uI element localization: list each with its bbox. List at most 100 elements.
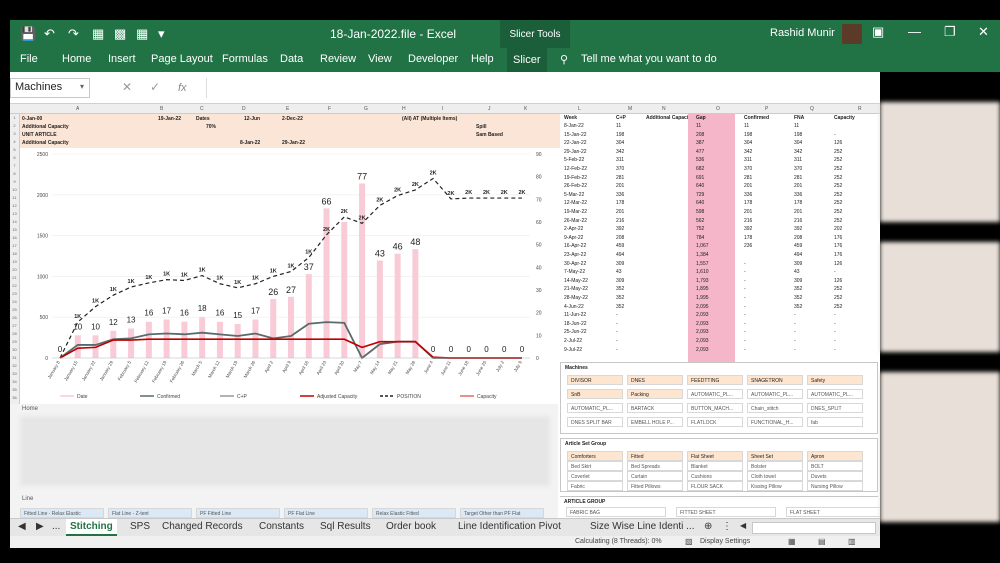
row-header[interactable]: 23 — [10, 290, 19, 298]
slicer-item[interactable]: FEEDTTING — [687, 375, 743, 385]
table-cell[interactable]: 176 — [834, 252, 842, 258]
close-icon[interactable]: ✕ — [978, 24, 989, 40]
table-cell[interactable]: 281 — [744, 175, 752, 181]
table-cell[interactable]: - — [616, 347, 618, 353]
table-cell[interactable]: 784 — [696, 235, 704, 241]
slicer-item[interactable]: FABRIC BAG — [566, 507, 666, 517]
table-cell[interactable]: 342 — [616, 149, 624, 155]
line-item[interactable]: PF Flat Line — [284, 508, 368, 518]
table-cell[interactable]: 252 — [834, 175, 842, 181]
line-item[interactable]: Flat Line - Z-tent — [108, 508, 192, 518]
table-cell[interactable]: 352 — [794, 304, 802, 310]
table-cell[interactable]: - — [744, 286, 746, 292]
table-cell[interactable]: 11-Jun-22 — [564, 312, 586, 318]
slicer-item[interactable]: Nursing Pillow — [807, 481, 863, 491]
slicer-item[interactable]: Sheet Set — [747, 451, 803, 461]
row-header[interactable]: 11 — [10, 194, 19, 202]
avatar[interactable] — [842, 24, 862, 44]
header-cell[interactable]: 29-Jan-22 — [282, 140, 305, 146]
slicer-item[interactable]: AUTOMATIC_PL... — [567, 403, 623, 413]
row-header[interactable]: 33 — [10, 370, 19, 378]
table-cell[interactable]: 691 — [696, 175, 704, 181]
table-cell[interactable]: 459 — [794, 243, 802, 249]
table-cell[interactable]: 352 — [616, 295, 624, 301]
cancel-icon[interactable]: ✕ — [122, 80, 132, 94]
table-cell[interactable]: 252 — [834, 304, 842, 310]
slicer-item[interactable]: Cloth towel — [747, 471, 803, 481]
table-cell[interactable]: 126 — [834, 261, 842, 267]
table-cell[interactable]: 2,095 — [696, 304, 709, 310]
table-cell[interactable]: 752 — [696, 226, 704, 232]
row-header[interactable]: 27 — [10, 322, 19, 330]
row-header[interactable]: 36 — [10, 394, 19, 402]
column-header[interactable]: R — [858, 106, 862, 112]
grid-icon[interactable]: ▩ — [114, 26, 126, 42]
table-cell[interactable]: - — [834, 312, 836, 318]
table-cell[interactable]: 682 — [696, 166, 704, 172]
slicer-item[interactable]: FUNCTIONAL_H... — [747, 417, 803, 427]
chart-bar[interactable] — [199, 317, 206, 358]
chart-bar[interactable] — [341, 222, 348, 358]
table-cell[interactable]: 252 — [834, 218, 842, 224]
row-header[interactable]: 28 — [10, 330, 19, 338]
table-cell[interactable]: - — [744, 278, 746, 284]
table-cell[interactable]: 178 — [616, 200, 624, 206]
table-cell[interactable]: 252 — [834, 157, 842, 163]
more-sheets-icon[interactable]: ... — [52, 521, 60, 532]
table-cell[interactable]: 252 — [834, 166, 842, 172]
column-header[interactable]: C — [200, 106, 204, 112]
table-cell[interactable]: - — [744, 304, 746, 310]
tab-sql-results[interactable]: Sql Results — [320, 521, 371, 532]
slicer-item[interactable]: fab — [807, 417, 863, 427]
table-cell[interactable]: 2,093 — [696, 347, 709, 353]
slicer-item[interactable]: Fabric — [567, 481, 623, 491]
prev-sheet-icon[interactable]: ◀ — [18, 521, 26, 532]
table-cell[interactable]: 201 — [794, 183, 802, 189]
table-cell[interactable]: 198 — [794, 132, 802, 138]
table-cell[interactable]: 201 — [744, 209, 752, 215]
table-cell[interactable]: 2-Jul-22 — [564, 338, 582, 344]
table-cell[interactable]: 11 — [616, 123, 621, 129]
table-cell[interactable]: 252 — [834, 209, 842, 215]
table-cell[interactable]: 304 — [616, 140, 624, 146]
table-cell[interactable]: 387 — [696, 140, 704, 146]
table-cell[interactable]: - — [834, 132, 836, 138]
slicer-item[interactable]: FLAT SHEET — [786, 507, 880, 517]
next-sheet-icon[interactable]: ▶ — [36, 521, 44, 532]
table-icon[interactable]: ▦ — [92, 26, 104, 42]
table-header[interactable]: Additional Capaci — [646, 115, 688, 121]
scroll-left-icon[interactable]: ◀ — [740, 521, 746, 530]
table-cell[interactable]: - — [744, 321, 746, 327]
slicer-item[interactable]: Bed Skirt — [567, 461, 623, 471]
header-cell[interactable]: (All) AT (Multiple Items) — [402, 116, 457, 122]
table-cell[interactable]: 208 — [794, 235, 802, 241]
table-cell[interactable]: 309 — [794, 278, 802, 284]
table-cell[interactable]: 201 — [794, 209, 802, 215]
tab-size-wise-line[interactable]: Size Wise Line Identi ... — [590, 521, 695, 532]
minimize-icon[interactable]: — — [908, 24, 921, 39]
header-cell[interactable]: Additional Capacity — [22, 124, 69, 130]
column-header[interactable]: H — [402, 106, 406, 112]
chart-bar[interactable] — [270, 299, 277, 358]
table-header[interactable]: C+P — [616, 115, 626, 121]
table-cell[interactable]: 19-Mar-22 — [564, 209, 587, 215]
article-set-group-slicer[interactable]: Article Set Group Comforters Fitted Flat S… — [560, 438, 878, 492]
table-cell[interactable]: - — [616, 321, 618, 327]
table-cell[interactable]: 309 — [794, 261, 802, 267]
table-cell[interactable]: 1,793 — [696, 278, 709, 284]
table-cell[interactable]: 12-Feb-22 — [564, 166, 587, 172]
slicer-item[interactable]: DNES_SPLIT — [807, 403, 863, 413]
table-cell[interactable]: 26-Mar-22 — [564, 218, 587, 224]
table-cell[interactable]: 336 — [616, 192, 624, 198]
table-cell[interactable]: - — [834, 347, 836, 353]
table-cell[interactable]: 352 — [616, 304, 624, 310]
table-cell[interactable]: 477 — [696, 149, 704, 155]
slicer-item[interactable]: Blanket — [687, 461, 743, 471]
table-cell[interactable]: 459 — [616, 243, 624, 249]
table-cell[interactable]: 216 — [794, 218, 802, 224]
normal-view-icon[interactable]: ▦ — [788, 537, 796, 546]
chart-bar[interactable] — [288, 296, 294, 358]
table-cell[interactable]: 1,384 — [696, 252, 709, 258]
table-cell[interactable]: 11 — [794, 123, 799, 129]
table-cell[interactable]: 1,995 — [696, 295, 709, 301]
